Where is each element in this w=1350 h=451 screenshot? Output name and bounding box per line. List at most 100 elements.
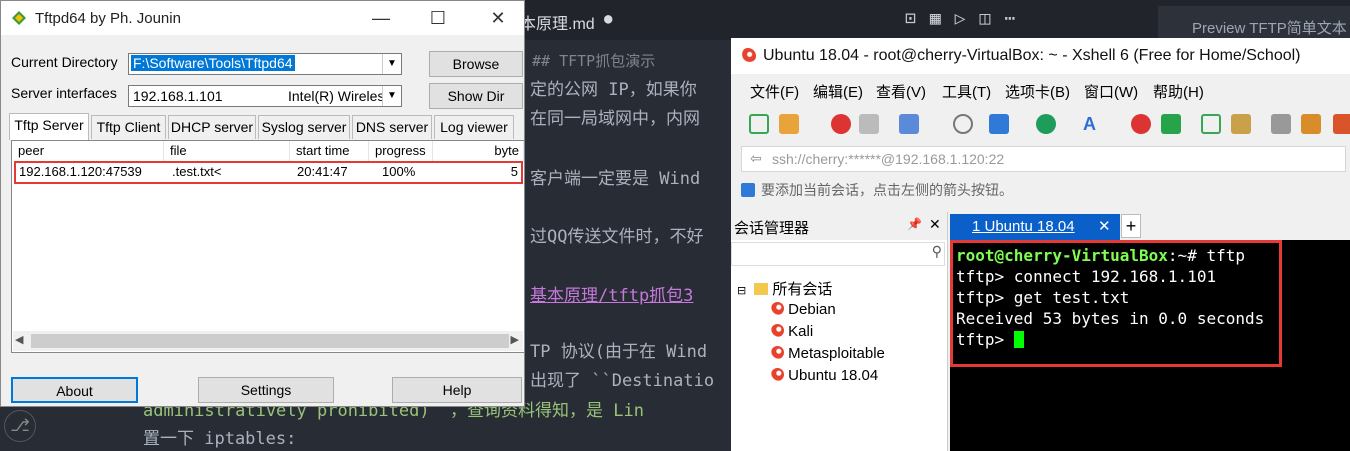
- modified-dot-icon[interactable]: ●: [604, 11, 612, 27]
- session-icon: [771, 324, 784, 337]
- session-item-debian[interactable]: Debian: [771, 301, 836, 318]
- editor-line: 在同一局域网中，内网: [530, 109, 700, 129]
- search-icon[interactable]: [953, 114, 973, 134]
- horizontal-scrollbar[interactable]: ◀ ▶: [13, 331, 523, 351]
- chevron-down-icon[interactable]: ▼: [382, 54, 401, 74]
- current-directory-value: F:\Software\Tools\Tftpd64: [131, 55, 295, 71]
- tab-tftp-server[interactable]: Tftp Server: [9, 113, 89, 140]
- editor-link-line[interactable]: 基本原理/tftp抓包3: [530, 281, 693, 306]
- close-icon[interactable]: ✕: [929, 216, 941, 233]
- tftpd-app-icon: [10, 9, 28, 27]
- scrollbar-thumb[interactable]: [31, 334, 509, 348]
- tab-dhcp-server[interactable]: DHCP server: [168, 115, 256, 139]
- keyboard-icon[interactable]: [1271, 114, 1291, 134]
- chevron-down-icon[interactable]: ▼: [382, 86, 401, 106]
- chevron-left-icon[interactable]: ◀: [15, 333, 23, 346]
- help-button-label: Help: [442, 382, 472, 398]
- session-search-input[interactable]: ⚲: [731, 242, 945, 266]
- close-icon[interactable]: ✕: [475, 1, 521, 35]
- menu-tabs[interactable]: 选项卡(B): [1005, 81, 1070, 102]
- font-icon[interactable]: A: [1083, 114, 1103, 134]
- editor-toolbar-icons[interactable]: ⊡▦▷◫⋯: [905, 8, 1029, 29]
- compose-icon[interactable]: [1333, 114, 1350, 134]
- xshell-titlebar[interactable]: Ubuntu 18.04 - root@cherry-VirtualBox: ~…: [731, 38, 1350, 74]
- menu-edit[interactable]: 编辑(E): [813, 81, 863, 102]
- about-button[interactable]: About: [11, 377, 138, 403]
- current-directory-combo[interactable]: F:\Software\Tools\Tftpd64 ▼: [128, 53, 402, 75]
- disconnect-icon[interactable]: [859, 114, 879, 134]
- menu-view[interactable]: 查看(V): [876, 81, 926, 102]
- tftpd-titlebar[interactable]: Tftpd64 by Ph. Jounin — ☐ ✕: [1, 1, 524, 35]
- menu-window[interactable]: 窗口(W): [1084, 81, 1138, 102]
- xshell-window: Ubuntu 18.04 - root@cherry-VirtualBox: ~…: [731, 38, 1350, 451]
- tab-ubuntu-session[interactable]: 1 Ubuntu 18.04 ✕: [950, 214, 1120, 240]
- menu-file[interactable]: 文件(F): [750, 81, 799, 102]
- new-tab-button[interactable]: +: [1121, 214, 1141, 238]
- preview-tab[interactable]: Preview TFTP简单文本: [1158, 6, 1350, 40]
- column-header-label: progress: [375, 143, 426, 158]
- xshell-title: Ubuntu 18.04 - root@cherry-VirtualBox: ~…: [763, 47, 1301, 64]
- session-item-kali[interactable]: Kali: [771, 323, 813, 340]
- editor-tab-title[interactable]: 本原理.md: [520, 10, 595, 34]
- menu-help[interactable]: 帮助(H): [1153, 81, 1204, 102]
- maximize-icon[interactable]: ☐: [415, 1, 461, 35]
- arrow-left-icon[interactable]: ⇦: [750, 146, 762, 170]
- xshell-app-icon: [740, 48, 756, 64]
- transfer-list[interactable]: peer file start time progress byte 192.1…: [11, 140, 525, 353]
- xshell-swirl-icon[interactable]: [1131, 114, 1151, 134]
- reconnect-icon[interactable]: [831, 114, 851, 134]
- pin-icon[interactable]: 📌: [907, 217, 922, 231]
- lock-icon[interactable]: [1231, 114, 1251, 134]
- tree-root-label: 所有会话: [772, 281, 833, 298]
- tree-root[interactable]: ⊟ 所有会话: [737, 278, 832, 299]
- session-manager: 会话管理器 📌 ✕ ⚲ ⊟ 所有会话 Debian Kali Metasploi…: [731, 212, 948, 451]
- close-icon[interactable]: ✕: [1098, 214, 1111, 240]
- tab-label: Log viewer: [440, 119, 508, 135]
- tab-syslog-server[interactable]: Syslog server: [258, 115, 350, 139]
- highlight-pen-icon[interactable]: [1301, 114, 1321, 134]
- browse-button[interactable]: Browse: [429, 51, 523, 77]
- properties-icon[interactable]: [899, 114, 919, 134]
- editor-line: 客户端一定要是 Wind: [530, 169, 701, 189]
- highlight-box: [950, 240, 1282, 367]
- search-icon[interactable]: ⚲: [932, 243, 942, 260]
- help-button[interactable]: Help: [392, 377, 522, 403]
- new-session-icon[interactable]: [749, 114, 769, 134]
- column-header-bytes[interactable]: byte: [433, 141, 524, 161]
- tftpd64-window: Tftpd64 by Ph. Jounin — ☐ ✕ Current Dire…: [0, 0, 525, 407]
- tab-tftp-client[interactable]: Tftp Client: [91, 115, 166, 139]
- transfer-icon[interactable]: [989, 114, 1009, 134]
- git-branch-icon[interactable]: ⎇: [4, 410, 36, 442]
- tab-label: Tftp Client: [96, 119, 161, 135]
- open-folder-icon[interactable]: [779, 114, 799, 134]
- globe-icon[interactable]: [1036, 114, 1056, 134]
- column-header-file[interactable]: file: [164, 141, 290, 161]
- xshell-toolbar: A: [731, 108, 1350, 142]
- tab-dns-server[interactable]: DNS server: [352, 115, 432, 139]
- chevron-right-icon[interactable]: ▶: [511, 333, 519, 346]
- terminal[interactable]: root@cherry-VirtualBox:~# tftp tftp> con…: [950, 240, 1350, 451]
- minimize-icon[interactable]: —: [358, 1, 404, 35]
- tab-label: DHCP server: [170, 119, 254, 135]
- column-header-progress[interactable]: progress: [369, 141, 433, 161]
- tab-label: Tftp Server: [14, 117, 84, 133]
- xftp-icon[interactable]: [1161, 114, 1181, 134]
- session-label: Ubuntu 18.04: [788, 367, 879, 384]
- menu-tools[interactable]: 工具(T): [942, 81, 991, 102]
- tree-expander-icon[interactable]: ⊟: [737, 285, 746, 297]
- column-header-start-time[interactable]: start time: [290, 141, 369, 161]
- address-bar[interactable]: ⇦ ssh://cherry:******@192.168.1.120:22: [741, 146, 1346, 172]
- session-label: Kali: [788, 323, 814, 340]
- column-header-label: file: [170, 143, 187, 158]
- session-item-metasploitable[interactable]: Metasploitable: [771, 345, 885, 362]
- session-item-ubuntu[interactable]: Ubuntu 18.04: [771, 367, 878, 384]
- show-dir-button[interactable]: Show Dir: [429, 83, 523, 109]
- tab-log-viewer[interactable]: Log viewer: [434, 115, 514, 139]
- editor-line: TP 协议(由于在 Wind: [530, 342, 708, 362]
- fullscreen-icon[interactable]: [1201, 114, 1221, 134]
- column-header-peer[interactable]: peer: [12, 141, 164, 161]
- server-interfaces-combo[interactable]: 192.168.1.101 Intel(R) Wireless ▼: [128, 85, 402, 107]
- browse-button-label: Browse: [452, 56, 500, 72]
- settings-button[interactable]: Settings: [198, 377, 334, 403]
- bookmark-icon[interactable]: [741, 183, 755, 197]
